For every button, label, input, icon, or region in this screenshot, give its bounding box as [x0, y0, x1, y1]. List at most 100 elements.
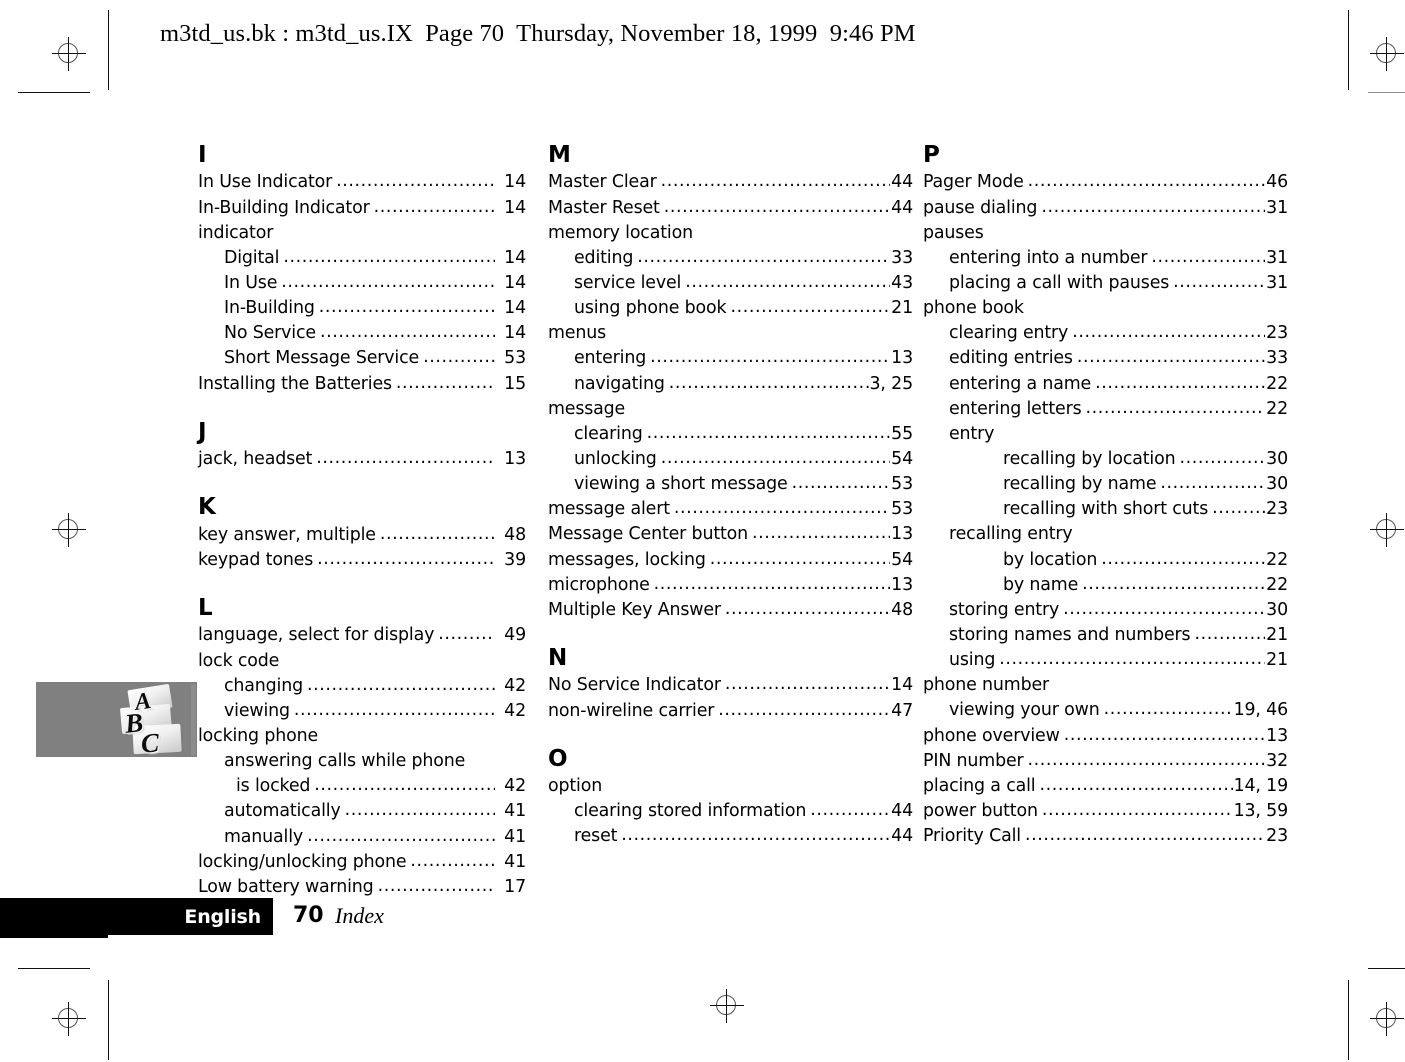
index-entry[interactable]: PIN number..............................… [923, 749, 1288, 774]
index-entry[interactable]: navigating..............................… [548, 372, 913, 397]
index-entry[interactable]: language, select for display............… [198, 623, 526, 648]
registration-hline [710, 1005, 744, 1006]
index-entry[interactable]: viewing.................................… [198, 699, 526, 724]
index-entry[interactable]: In Use..................................… [198, 271, 526, 296]
index-entry[interactable]: locking/unlocking phone.................… [198, 850, 526, 875]
index-leader-dots: ........................................… [621, 825, 891, 846]
index-entry[interactable]: jack, headset...........................… [198, 447, 526, 472]
index-entry[interactable]: entering letters........................… [923, 397, 1288, 422]
index-entry-label: locking phone [198, 726, 318, 746]
index-entry-label: phone overview [923, 725, 1060, 746]
index-entry[interactable]: Priority Call...........................… [923, 824, 1288, 849]
index-leader-dots: ........................................… [685, 272, 890, 292]
footer-language-bar: English [0, 898, 273, 935]
index-leader-dots: ........................................… [1027, 749, 1266, 770]
index-entry[interactable]: unlocking...............................… [548, 447, 913, 472]
index-entry[interactable]: is locked...............................… [198, 774, 526, 799]
index-entry[interactable]: using phone book........................… [548, 296, 913, 321]
index-entry[interactable]: Installing the Batteries................… [198, 372, 526, 397]
index-leader-dots: ........................................… [724, 598, 891, 619]
index-entry[interactable]: message alert...........................… [548, 497, 913, 522]
index-entry[interactable]: Pager Mode..............................… [923, 170, 1288, 195]
index-entry[interactable]: changing................................… [198, 674, 526, 699]
index-entry-page: 30 [1266, 599, 1288, 620]
index-entry[interactable]: pauses [923, 221, 1288, 246]
index-entry[interactable]: placing a call..........................… [923, 774, 1288, 799]
index-entry[interactable]: storing names and numbers...............… [923, 623, 1288, 648]
index-entry[interactable]: Master Reset............................… [548, 196, 913, 221]
index-entry[interactable]: pause dialing...........................… [923, 196, 1288, 221]
index-entry[interactable]: clearing stored information.............… [548, 799, 913, 824]
index-entry[interactable]: by name.................................… [923, 573, 1288, 598]
index-entry[interactable]: locking phone [198, 724, 526, 749]
index-entry[interactable]: power button............................… [923, 799, 1288, 824]
index-entry[interactable]: In Use Indicator........................… [198, 170, 526, 195]
index-entry[interactable]: Master Clear............................… [548, 170, 913, 195]
crop-line-bottom-right-vertical [1348, 980, 1349, 1060]
registration-mark-top-right [1370, 37, 1404, 71]
index-entry[interactable]: reset...................................… [548, 824, 913, 849]
index-entry-label: option [548, 776, 603, 797]
index-entry[interactable]: No Service Indicator....................… [548, 673, 913, 698]
index-entry[interactable]: Digital.................................… [198, 246, 526, 271]
index-entry[interactable]: clearing................................… [548, 422, 913, 447]
index-entry[interactable]: editing.................................… [548, 246, 913, 271]
index-entry[interactable]: editing entries.........................… [923, 346, 1288, 371]
index-entry-label: No Service Indicator [548, 675, 721, 696]
index-entry[interactable]: automatically...........................… [198, 799, 526, 824]
index-entry[interactable]: entering................................… [548, 346, 913, 371]
index-entry[interactable]: option [548, 774, 913, 799]
index-entry-label: storing names and numbers [949, 624, 1191, 645]
index-leader-dots: ........................................… [646, 422, 891, 443]
index-entry[interactable]: keypad tones............................… [198, 548, 526, 573]
index-entry[interactable]: key answer, multiple....................… [198, 523, 526, 548]
index-entry[interactable]: viewing a short message.................… [548, 472, 913, 497]
index-entry[interactable]: phone number [923, 673, 1288, 698]
index-entry-page: 14, 19 [1233, 775, 1289, 796]
index-entry[interactable]: recalling by name.......................… [923, 472, 1288, 497]
index-entry[interactable]: message [548, 397, 913, 422]
index-entry[interactable]: manually................................… [198, 825, 526, 850]
index-entry[interactable]: clearing entry..........................… [923, 321, 1288, 346]
index-entry[interactable]: storing entry...........................… [923, 598, 1288, 623]
index-entry-label: power button [923, 800, 1038, 821]
index-entry[interactable]: placing a call with pauses..............… [923, 271, 1288, 296]
index-entry[interactable]: recalling entry [923, 522, 1288, 547]
index-entry-page: 14 [504, 298, 526, 319]
index-entry[interactable]: non-wireline carrier....................… [548, 699, 913, 724]
registration-mark-bottom-right [1370, 1002, 1404, 1036]
index-entry-page: 23 [1266, 499, 1288, 520]
index-entry[interactable]: microphone..............................… [548, 573, 913, 598]
index-entry[interactable]: recalling by location...................… [923, 447, 1288, 472]
index-entry[interactable]: recalling with short cuts...............… [923, 497, 1288, 522]
index-entry[interactable]: menus [548, 321, 913, 346]
index-entry[interactable]: In-Building Indicator...................… [198, 196, 526, 221]
index-entry[interactable]: using...................................… [923, 648, 1288, 673]
index-entry[interactable]: phone book [923, 296, 1288, 321]
index-entry[interactable]: indicator [198, 221, 526, 246]
index-entry-label: In-Building Indicator [198, 197, 370, 218]
index-entry[interactable]: Message Center button...................… [548, 522, 913, 547]
footer-underline-rule [0, 935, 108, 938]
index-leader-dots: ........................................… [663, 196, 891, 217]
index-entry[interactable]: entering into a number..................… [923, 246, 1288, 271]
index-letter-heading-o: O [548, 745, 568, 772]
index-entry[interactable]: by location.............................… [923, 548, 1288, 573]
index-entry-page: 42 [504, 700, 526, 721]
index-entry[interactable]: viewing your own........................… [923, 698, 1288, 723]
index-entry[interactable]: answering calls while phone [198, 749, 526, 774]
index-entry[interactable]: Short Message Service...................… [198, 346, 526, 371]
index-entry-label: menus [548, 323, 606, 344]
index-entry[interactable]: Low battery warning.....................… [198, 875, 526, 900]
index-entry[interactable]: lock code [198, 649, 526, 674]
index-entry[interactable]: memory location [548, 221, 913, 246]
index-entry[interactable]: In-Building.............................… [198, 296, 526, 321]
index-entry[interactable]: No Service..............................… [198, 321, 526, 346]
index-entry[interactable]: Multiple Key Answer.....................… [548, 598, 913, 623]
index-entry[interactable]: service level...........................… [548, 271, 913, 296]
index-entry-page: 30 [1266, 474, 1288, 495]
index-entry[interactable]: messages, locking.......................… [548, 548, 913, 573]
index-entry[interactable]: entry [923, 422, 1288, 447]
index-entry[interactable]: phone overview..........................… [923, 724, 1288, 749]
index-entry[interactable]: entering a name.........................… [923, 372, 1288, 397]
